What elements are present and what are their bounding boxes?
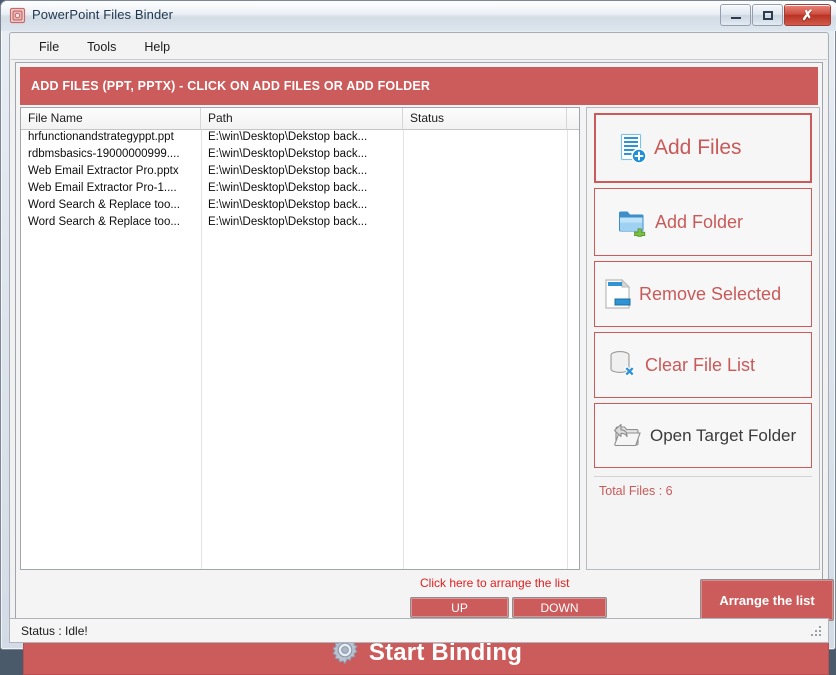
cell-path: E:\win\Desktop\Dekstop back... bbox=[208, 165, 368, 177]
file-list-rows: hrfunctionandstrategyppt.ppt E:\win\Desk… bbox=[21, 130, 579, 232]
menu-bar: File Tools Help bbox=[11, 34, 827, 60]
move-up-button[interactable]: UP bbox=[410, 597, 509, 618]
table-row[interactable]: Web Email Extractor Pro.pptx E:\win\Desk… bbox=[21, 164, 579, 181]
clear-file-list-icon bbox=[607, 349, 639, 381]
add-folder-icon bbox=[617, 207, 649, 237]
menu-item-file[interactable]: File bbox=[29, 37, 69, 57]
cell-file-name: Web Email Extractor Pro.pptx bbox=[28, 165, 179, 177]
open-target-folder-label: Open Target Folder bbox=[650, 425, 797, 445]
window-controls: ✗ bbox=[719, 4, 831, 26]
column-header-spacer bbox=[567, 108, 579, 130]
move-down-button[interactable]: DOWN bbox=[512, 597, 607, 618]
menu-item-tools[interactable]: Tools bbox=[77, 37, 126, 57]
client-area: File Tools Help ADD FILES (PPT, PPTX) - … bbox=[9, 32, 834, 675]
minimize-icon bbox=[730, 17, 741, 19]
cell-status bbox=[403, 164, 567, 181]
cell-path: E:\win\Desktop\Dekstop back... bbox=[208, 131, 368, 143]
cell-status bbox=[403, 147, 567, 164]
cell-status bbox=[403, 130, 567, 147]
maximize-icon bbox=[762, 10, 773, 20]
arrange-list-button[interactable]: Arrange the list bbox=[700, 579, 834, 621]
cell-file-name: hrfunctionandstrategyppt.ppt bbox=[28, 131, 174, 143]
total-files-label: Total Files : 6 bbox=[594, 476, 812, 504]
column-header-file-name[interactable]: File Name bbox=[21, 108, 201, 130]
main-panel: ADD FILES (PPT, PPTX) - CLICK ON ADD FIL… bbox=[15, 62, 834, 675]
clear-file-list-button[interactable]: Clear File List bbox=[594, 332, 812, 398]
cell-file-name: Word Search & Replace too... bbox=[28, 199, 180, 211]
cell-status bbox=[403, 198, 567, 215]
arrange-hint-text: Click here to arrange the list bbox=[420, 576, 570, 590]
cell-path: E:\win\Desktop\Dekstop back... bbox=[208, 182, 368, 194]
remove-selected-label: Remove Selected bbox=[639, 283, 782, 304]
resize-grip-icon[interactable] bbox=[811, 626, 823, 638]
add-folder-button[interactable]: Add Folder bbox=[594, 188, 812, 256]
instruction-banner-text: ADD FILES (PPT, PPTX) - CLICK ON ADD FIL… bbox=[31, 79, 431, 93]
table-row[interactable]: hrfunctionandstrategyppt.ppt E:\win\Desk… bbox=[21, 130, 579, 147]
cell-status bbox=[403, 215, 567, 232]
open-target-folder-button[interactable]: Open Target Folder bbox=[594, 403, 812, 468]
add-files-button[interactable]: Add Files bbox=[594, 113, 812, 183]
window-title: PowerPoint Files Binder bbox=[32, 7, 174, 22]
remove-selected-icon bbox=[603, 278, 633, 310]
cell-path: E:\win\Desktop\Dekstop back... bbox=[208, 216, 368, 228]
close-button[interactable]: ✗ bbox=[784, 4, 831, 26]
file-list-header: File Name Path Status bbox=[21, 108, 579, 130]
cell-path: E:\win\Desktop\Dekstop back... bbox=[208, 199, 368, 211]
application-window: PowerPoint Files Binder ✗ File Tools Hel… bbox=[0, 0, 836, 675]
add-files-icon bbox=[618, 132, 648, 165]
add-files-label: Add Files bbox=[654, 136, 742, 159]
cell-path: E:\win\Desktop\Dekstop back... bbox=[208, 148, 368, 160]
status-bar: Status : Idle! bbox=[9, 618, 829, 643]
cell-file-name: Web Email Extractor Pro-1.... bbox=[28, 182, 177, 194]
add-folder-label: Add Folder bbox=[655, 211, 744, 232]
close-icon: ✗ bbox=[801, 7, 814, 23]
cell-file-name: Word Search & Replace too... bbox=[28, 216, 180, 228]
instruction-banner: ADD FILES (PPT, PPTX) - CLICK ON ADD FIL… bbox=[20, 67, 818, 105]
maximize-button[interactable] bbox=[752, 4, 783, 26]
cell-file-name: rdbmsbasics-19000000999.... bbox=[28, 148, 180, 160]
table-row[interactable]: Word Search & Replace too... E:\win\Desk… bbox=[21, 215, 579, 232]
column-header-status[interactable]: Status bbox=[403, 108, 567, 130]
action-sidebar: Add Files Add Folder Remove Selected Cle… bbox=[586, 107, 820, 570]
minimize-button[interactable] bbox=[720, 4, 751, 26]
remove-selected-button[interactable]: Remove Selected bbox=[594, 261, 812, 327]
table-row[interactable]: Web Email Extractor Pro-1.... E:\win\Des… bbox=[21, 181, 579, 198]
status-text: Status : Idle! bbox=[21, 623, 88, 638]
cell-status bbox=[403, 181, 567, 198]
clear-file-list-label: Clear File List bbox=[645, 354, 756, 375]
menu-item-help[interactable]: Help bbox=[134, 37, 180, 57]
open-target-folder-icon bbox=[612, 421, 644, 451]
title-bar[interactable]: PowerPoint Files Binder ✗ bbox=[1, 1, 836, 31]
app-icon bbox=[9, 7, 26, 24]
file-list[interactable]: File Name Path Status hrfunctionandstrat… bbox=[20, 107, 580, 570]
column-header-path[interactable]: Path bbox=[201, 108, 403, 130]
table-row[interactable]: Word Search & Replace too... E:\win\Desk… bbox=[21, 198, 579, 215]
table-row[interactable]: rdbmsbasics-19000000999.... E:\win\Deskt… bbox=[21, 147, 579, 164]
